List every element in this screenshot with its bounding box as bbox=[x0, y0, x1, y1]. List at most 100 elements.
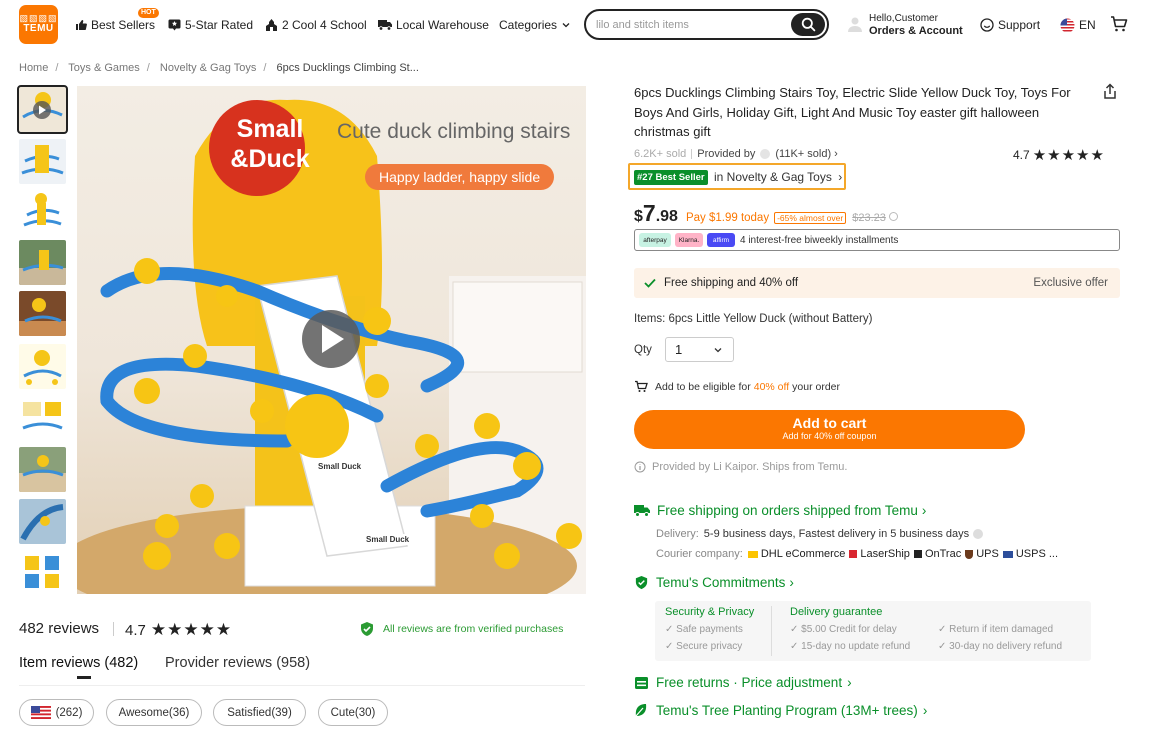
installments-text: 4 interest-free biweekly installments bbox=[740, 234, 899, 246]
provider-sold[interactable]: (11K+ sold) bbox=[775, 148, 831, 160]
share-button[interactable] bbox=[1102, 83, 1118, 105]
main-product-image[interactable]: Small &Duck Cute duck climbing stairs Ha… bbox=[77, 86, 586, 594]
thumbnail-7[interactable] bbox=[19, 396, 66, 441]
add-to-cart-button[interactable]: Add to cart Add for 40% off coupon bbox=[634, 410, 1025, 449]
best-seller-category: in Novelty & Gag Toys bbox=[714, 170, 832, 184]
sold-count: 6.2K+ sold bbox=[634, 148, 687, 160]
thumbnail-9[interactable] bbox=[19, 499, 66, 544]
product-title: 6pcs Ducklings Climbing Stairs Toy, Elec… bbox=[634, 85, 1071, 139]
star-box-icon bbox=[168, 19, 181, 31]
check-icon: ✓ bbox=[938, 624, 950, 635]
shipping-offer-banner[interactable]: Free shipping and 40% off Exclusive offe… bbox=[634, 268, 1120, 298]
breadcrumb-separator: / bbox=[146, 62, 150, 74]
breadcrumb-novelty-gag[interactable]: Novelty & Gag Toys bbox=[160, 62, 256, 74]
us-flag-icon bbox=[30, 706, 51, 719]
security-item: ✓ Safe payments bbox=[665, 624, 743, 635]
verified-note: All reviews are from verified purchases bbox=[359, 621, 563, 637]
filter-chip-us[interactable]: (262) bbox=[19, 699, 94, 726]
logo-text: TEMU bbox=[23, 23, 54, 34]
info-icon bbox=[634, 461, 646, 473]
logo-glyphs: ▧▧▧▧ bbox=[19, 13, 58, 23]
thumbnail-8[interactable] bbox=[19, 447, 66, 492]
check-icon: ✓ bbox=[790, 624, 802, 635]
support-link[interactable]: Support bbox=[980, 16, 1040, 34]
nav-2-cool-4-school[interactable]: 2 Cool 4 School bbox=[265, 16, 367, 34]
top-header: ▧▧▧▧ TEMU Best Sellers HOT 5-Star Rated … bbox=[0, 0, 1170, 50]
thumbnail-10[interactable] bbox=[19, 550, 66, 595]
thumbnail-5[interactable] bbox=[19, 291, 66, 336]
courier-ups: UPS bbox=[976, 548, 999, 560]
nav-best-sellers[interactable]: Best Sellers bbox=[75, 16, 155, 34]
divider bbox=[771, 606, 772, 656]
delivery-item: ✓ Return if item damaged bbox=[938, 624, 1054, 635]
nav-local-warehouse[interactable]: Local Warehouse bbox=[378, 16, 489, 34]
tab-provider-reviews[interactable]: Provider reviews (958) bbox=[165, 655, 310, 671]
provider-avatar-icon bbox=[760, 149, 771, 159]
installment-row[interactable]: afterpay Klarna. affirm 4 interest-free … bbox=[634, 229, 1120, 251]
affirm-logo: affirm bbox=[707, 233, 735, 247]
commitments-link[interactable]: Temu's Commitments › bbox=[634, 575, 794, 590]
star-rating-icon: ★★★★★ bbox=[1032, 147, 1105, 164]
chevron-right-icon: › bbox=[921, 503, 927, 518]
thumbnail-2[interactable] bbox=[19, 139, 66, 184]
nav-categories[interactable]: Categories bbox=[499, 16, 575, 34]
cart-button[interactable] bbox=[1110, 15, 1128, 38]
active-tab-indicator bbox=[77, 676, 91, 679]
thumbnail-1[interactable] bbox=[17, 85, 68, 134]
free-shipping-link[interactable]: Free shipping on orders shipped from Tem… bbox=[634, 503, 926, 518]
thumbnail-6[interactable] bbox=[19, 344, 66, 389]
nav-label: 2 Cool 4 School bbox=[282, 18, 367, 32]
eligible-post: your order bbox=[792, 380, 841, 393]
quantity-select[interactable]: 1 bbox=[665, 337, 734, 362]
breadcrumb-toys-games[interactable]: Toys & Games bbox=[68, 62, 140, 74]
price-row: $ 7 .98 Pay $1.99 today -65% almost over… bbox=[634, 200, 898, 227]
chevron-down-icon bbox=[714, 347, 722, 352]
free-returns-link[interactable]: Free returns · Price adjustment › bbox=[634, 675, 852, 690]
product-rating[interactable]: 4.7 ★★★★★ bbox=[1013, 146, 1105, 164]
check-icon: ✓ bbox=[938, 641, 950, 652]
commitments-title: Temu's Commitments bbox=[656, 575, 786, 590]
chip-label: Cute(30) bbox=[330, 706, 376, 719]
avatar[interactable] bbox=[847, 14, 863, 34]
verified-text: All reviews are from verified purchases bbox=[383, 623, 564, 635]
exclusive-offer: Exclusive offer bbox=[1033, 277, 1108, 289]
info-icon bbox=[888, 212, 898, 221]
nav-5-star-rated[interactable]: 5-Star Rated bbox=[168, 16, 253, 34]
cart-icon bbox=[1111, 16, 1128, 32]
orders-account[interactable]: Hello,Customer Orders & Account bbox=[869, 12, 963, 38]
thumbnail-3[interactable] bbox=[19, 189, 66, 234]
price-dollar: $ bbox=[634, 208, 643, 225]
filter-chip-awesome[interactable]: Awesome(36) bbox=[106, 699, 202, 726]
divider bbox=[691, 149, 693, 159]
eligible-pct: 40% off bbox=[753, 380, 790, 393]
security-title: Security & Privacy bbox=[665, 606, 755, 618]
account-greeting: Hello,Customer bbox=[869, 13, 938, 24]
check-icon: ✓ bbox=[665, 641, 677, 652]
temu-logo[interactable]: ▧▧▧▧ TEMU bbox=[19, 5, 58, 44]
sign-text-duck: &Duck bbox=[230, 145, 310, 173]
free-shipping-title: Free shipping on orders shipped from Tem… bbox=[657, 503, 918, 518]
help-icon bbox=[973, 529, 984, 539]
tab-item-reviews[interactable]: Item reviews (482) bbox=[19, 655, 138, 671]
tree-planting-link[interactable]: Temu's Tree Planting Program (13M+ trees… bbox=[634, 703, 927, 718]
search-button[interactable] bbox=[791, 13, 825, 36]
breadcrumb-home[interactable]: Home bbox=[19, 62, 48, 74]
breadcrumb-current: 6pcs Ducklings Climbing St... bbox=[276, 62, 419, 74]
filter-chip-satisfied[interactable]: Satisfied(39) bbox=[213, 699, 306, 726]
star-rating-icon: ★★★★★ bbox=[150, 620, 233, 639]
language-selector[interactable]: EN bbox=[1060, 16, 1096, 34]
support-chat-icon bbox=[980, 18, 994, 32]
filter-chip-cute[interactable]: Cute(30) bbox=[318, 699, 388, 726]
divider bbox=[19, 685, 585, 686]
thumbnail-image bbox=[19, 291, 66, 336]
search-input[interactable] bbox=[596, 17, 786, 33]
courier-row[interactable]: Courier company: DHL eCommerce LaserShip… bbox=[656, 548, 1058, 560]
items-label: Items: 6pcs Little Yellow Duck (without … bbox=[634, 313, 873, 325]
thumbs-up-icon bbox=[76, 20, 87, 30]
truck-icon bbox=[378, 20, 392, 31]
shield-check-icon bbox=[361, 622, 373, 636]
shield-check-icon bbox=[635, 575, 648, 590]
thumbnail-4[interactable] bbox=[19, 240, 66, 285]
check-icon: ✓ bbox=[790, 641, 802, 652]
chevron-right-icon: › bbox=[789, 575, 794, 590]
